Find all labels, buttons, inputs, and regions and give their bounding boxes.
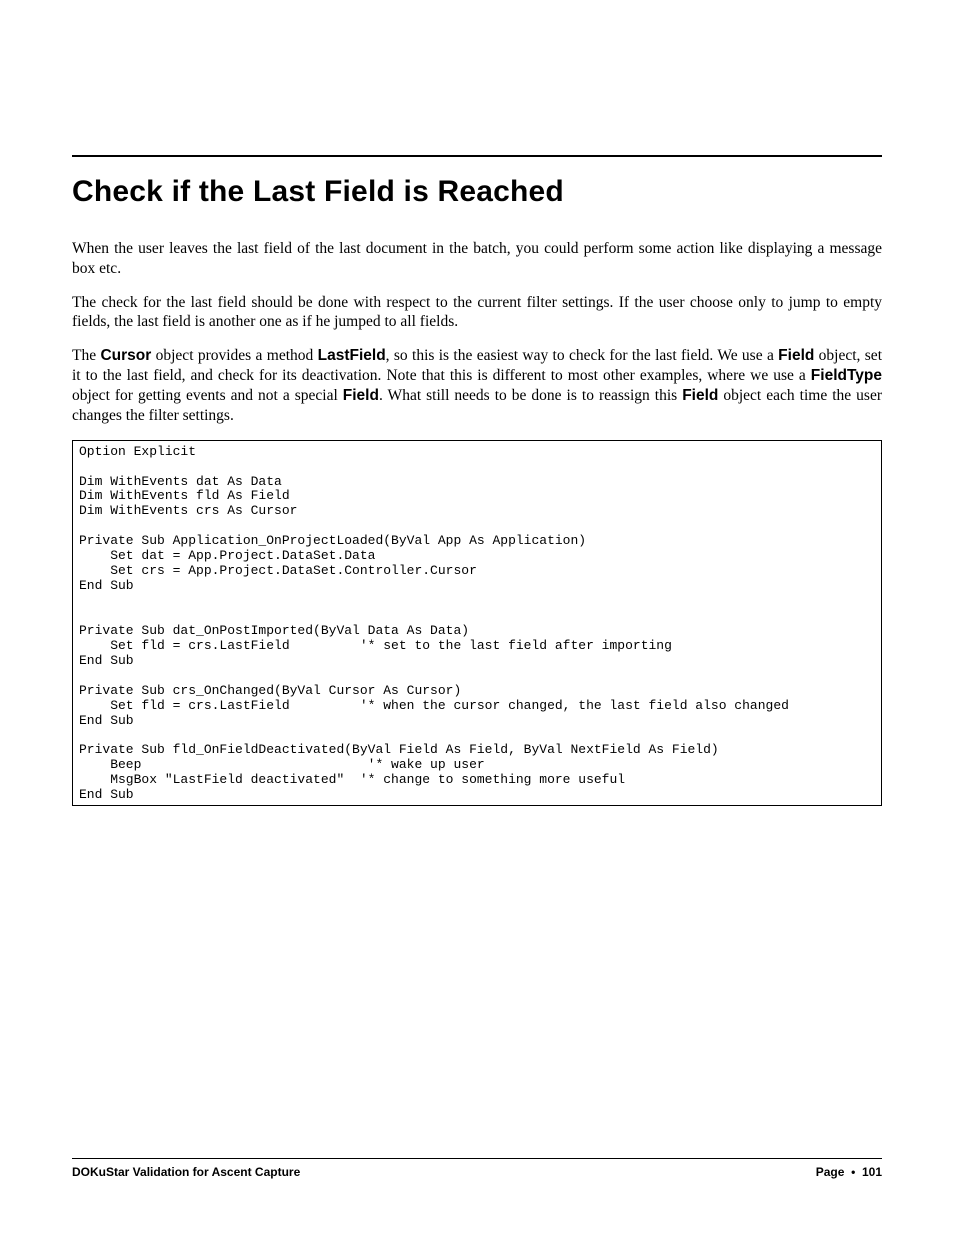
paragraph-2: The check for the last field should be d… <box>72 293 882 333</box>
p3-text: . What still needs to be done is to reas… <box>379 387 682 404</box>
footer: DOKuStar Validation for Ascent Capture P… <box>72 1158 882 1179</box>
footer-page-number: 101 <box>862 1165 882 1179</box>
page-title: Check if the Last Field is Reached <box>72 175 882 209</box>
keyword-fieldtype: FieldType <box>811 367 882 384</box>
p3-text: object for getting events and not a spec… <box>72 387 343 404</box>
footer-right: Page • 101 <box>816 1165 882 1179</box>
code-block: Option Explicit Dim WithEvents dat As Da… <box>72 440 882 807</box>
p3-text: , so this is the easiest way to check fo… <box>386 347 779 364</box>
keyword-field: Field <box>778 347 814 364</box>
p3-text: The <box>72 347 100 364</box>
keyword-field: Field <box>343 387 379 404</box>
paragraph-3: The Cursor object provides a method Last… <box>72 346 882 425</box>
keyword-lastfield: LastField <box>318 347 386 364</box>
page: Check if the Last Field is Reached When … <box>0 0 954 1235</box>
footer-page-label: Page <box>816 1165 845 1179</box>
footer-bullet: • <box>851 1165 855 1179</box>
keyword-cursor: Cursor <box>100 347 151 364</box>
p3-text: object provides a method <box>151 347 317 364</box>
keyword-field: Field <box>682 387 718 404</box>
top-rule <box>72 155 882 157</box>
footer-left: DOKuStar Validation for Ascent Capture <box>72 1165 300 1179</box>
paragraph-1: When the user leaves the last field of t… <box>72 239 882 279</box>
